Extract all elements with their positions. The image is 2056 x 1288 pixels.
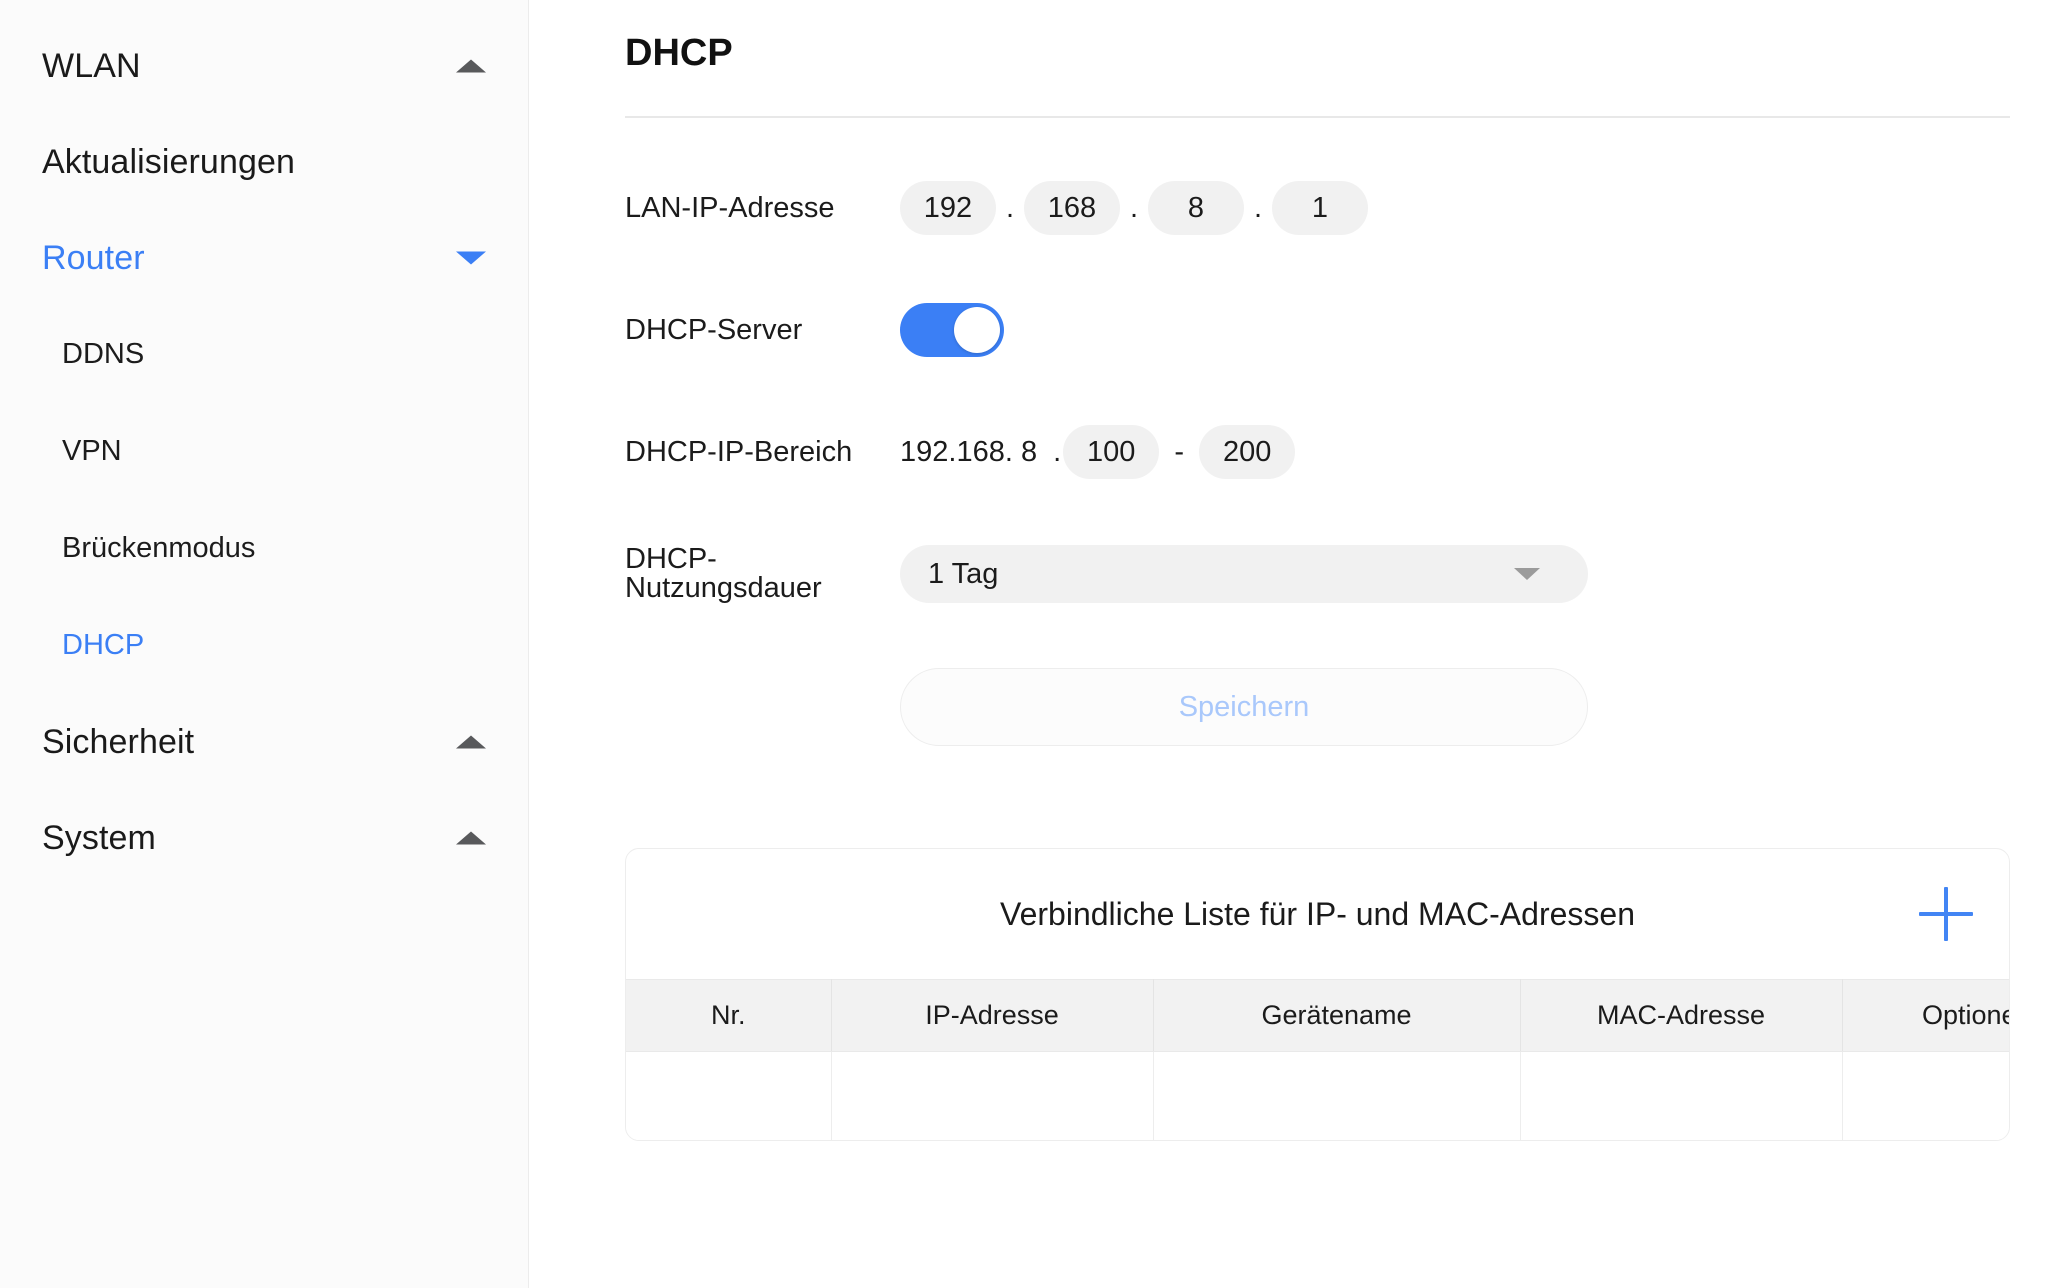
ip-separator: . — [1129, 191, 1139, 224]
sidebar-item-label: Aktualisierungen — [42, 143, 295, 181]
ip-separator: . — [1005, 191, 1015, 224]
binding-list-title: Verbindliche Liste für IP- und MAC-Adres… — [1000, 896, 1635, 932]
caret-up-icon[interactable] — [456, 59, 486, 73]
sidebar-item-aktualisierungen[interactable]: Aktualisierungen — [0, 114, 528, 210]
cell-options — [1842, 1051, 2009, 1140]
save-row: Speichern — [900, 668, 2056, 746]
binding-list-header: Verbindliche Liste für IP- und MAC-Adres… — [626, 849, 2009, 979]
lan-ip-controls: 192 . 168 . 8 . 1 — [900, 181, 1368, 235]
dhcp-range-row: DHCP-IP-Bereich 192.168. 8 . 100 - 200 — [625, 424, 2056, 480]
sidebar-group-sicherheit: Sicherheit — [0, 694, 528, 790]
lease-time-value: 1 Tag — [928, 557, 999, 590]
sidebar-item-brueckenmodus[interactable]: Brückenmodus — [0, 500, 528, 597]
lan-ip-octet-1[interactable]: 192 — [900, 181, 996, 235]
binding-list-card: Verbindliche Liste für IP- und MAC-Adres… — [625, 848, 2010, 1141]
sidebar-item-label: WLAN — [42, 47, 141, 85]
lan-ip-label: LAN-IP-Adresse — [625, 191, 835, 224]
column-header-ip: IP-Adresse — [831, 979, 1154, 1052]
dhcp-range-end[interactable]: 200 — [1199, 425, 1296, 479]
sidebar-subitem-label: DHCP — [62, 629, 145, 661]
main-content: DHCP LAN-IP-Adresse 192 . 168 . 8 . 1 DH… — [529, 0, 2056, 1288]
title-divider — [625, 116, 2010, 118]
cell-devicename — [1153, 1051, 1521, 1140]
sidebar-item-sicherheit[interactable]: Sicherheit — [0, 694, 528, 790]
sidebar-item-wlan[interactable]: WLAN — [0, 18, 528, 114]
lease-time-label: DHCP-Nutzungsdauer — [625, 543, 822, 604]
dhcp-range-prefix: 192.168. 8 . — [900, 435, 1062, 468]
dhcp-server-label: DHCP-Server — [625, 313, 803, 346]
ip-separator: . — [1253, 191, 1263, 224]
sidebar-subitem-label: VPN — [62, 435, 122, 467]
caret-down-icon[interactable] — [456, 251, 486, 265]
lan-ip-row: LAN-IP-Adresse 192 . 168 . 8 . 1 — [625, 180, 2056, 236]
lease-time-row: DHCP-Nutzungsdauer 1 Tag — [625, 543, 2056, 604]
sidebar-item-vpn[interactable]: VPN — [0, 403, 528, 500]
sidebar-item-label: Router — [42, 239, 145, 277]
caret-up-icon[interactable] — [456, 735, 486, 749]
sidebar-item-label: System — [42, 819, 156, 857]
dhcp-range-label: DHCP-IP-Bereich — [625, 435, 853, 468]
cell-ip — [831, 1051, 1154, 1140]
lease-time-select[interactable]: 1 Tag — [900, 545, 1588, 603]
chevron-down-icon[interactable] — [1514, 568, 1540, 580]
column-header-devicename: Gerätename — [1153, 979, 1521, 1052]
column-header-mac: MAC-Adresse — [1520, 979, 1843, 1052]
dhcp-range-start[interactable]: 100 — [1063, 425, 1160, 479]
sidebar-group-wlan: WLAN — [0, 18, 528, 114]
dhcp-server-row: DHCP-Server — [625, 302, 2056, 358]
dhcp-server-controls — [900, 303, 1004, 357]
lan-ip-octet-3[interactable]: 8 — [1148, 181, 1244, 235]
sidebar: WLAN Aktualisierungen Router DDNS VPN Br… — [0, 0, 529, 1288]
range-separator: - — [1174, 435, 1185, 468]
sidebar-group-aktualisierungen: Aktualisierungen — [0, 114, 528, 210]
sidebar-subitem-label: DDNS — [62, 338, 145, 370]
lan-ip-octet-2[interactable]: 168 — [1024, 181, 1120, 235]
toggle-knob — [954, 307, 1000, 353]
sidebar-item-label: Sicherheit — [42, 723, 195, 761]
cell-nr — [626, 1051, 832, 1140]
column-header-nr: Nr. — [626, 979, 832, 1052]
sidebar-item-ddns[interactable]: DDNS — [0, 306, 528, 403]
lan-ip-octet-4[interactable]: 1 — [1272, 181, 1368, 235]
sidebar-item-dhcp[interactable]: DHCP — [0, 597, 528, 694]
dhcp-server-toggle[interactable] — [900, 303, 1004, 357]
caret-up-icon[interactable] — [456, 831, 486, 845]
sidebar-subitem-label: Brückenmodus — [62, 532, 256, 564]
page-title: DHCP — [625, 32, 733, 74]
lease-time-controls: 1 Tag — [900, 545, 1588, 603]
sidebar-group-system: System — [0, 790, 528, 886]
table-header-row: Nr. IP-Adresse Gerätename MAC-Adresse Op… — [626, 979, 2009, 1052]
dhcp-range-controls: 192.168. 8 . 100 - 200 — [900, 425, 1296, 479]
sidebar-item-system[interactable]: System — [0, 790, 528, 886]
column-header-options: Optionen — [1842, 979, 2009, 1052]
router-admin-page: WLAN Aktualisierungen Router DDNS VPN Br… — [0, 0, 2056, 1288]
sidebar-item-router[interactable]: Router — [0, 210, 528, 306]
save-button[interactable]: Speichern — [900, 668, 1588, 746]
table-row — [626, 1051, 2009, 1140]
binding-list-table: Nr. IP-Adresse Gerätename MAC-Adresse Op… — [626, 979, 2009, 1140]
plus-icon[interactable] — [1919, 887, 1973, 941]
cell-mac — [1520, 1051, 1843, 1140]
sidebar-group-router: Router DDNS VPN Brückenmodus DHCP — [0, 210, 528, 694]
